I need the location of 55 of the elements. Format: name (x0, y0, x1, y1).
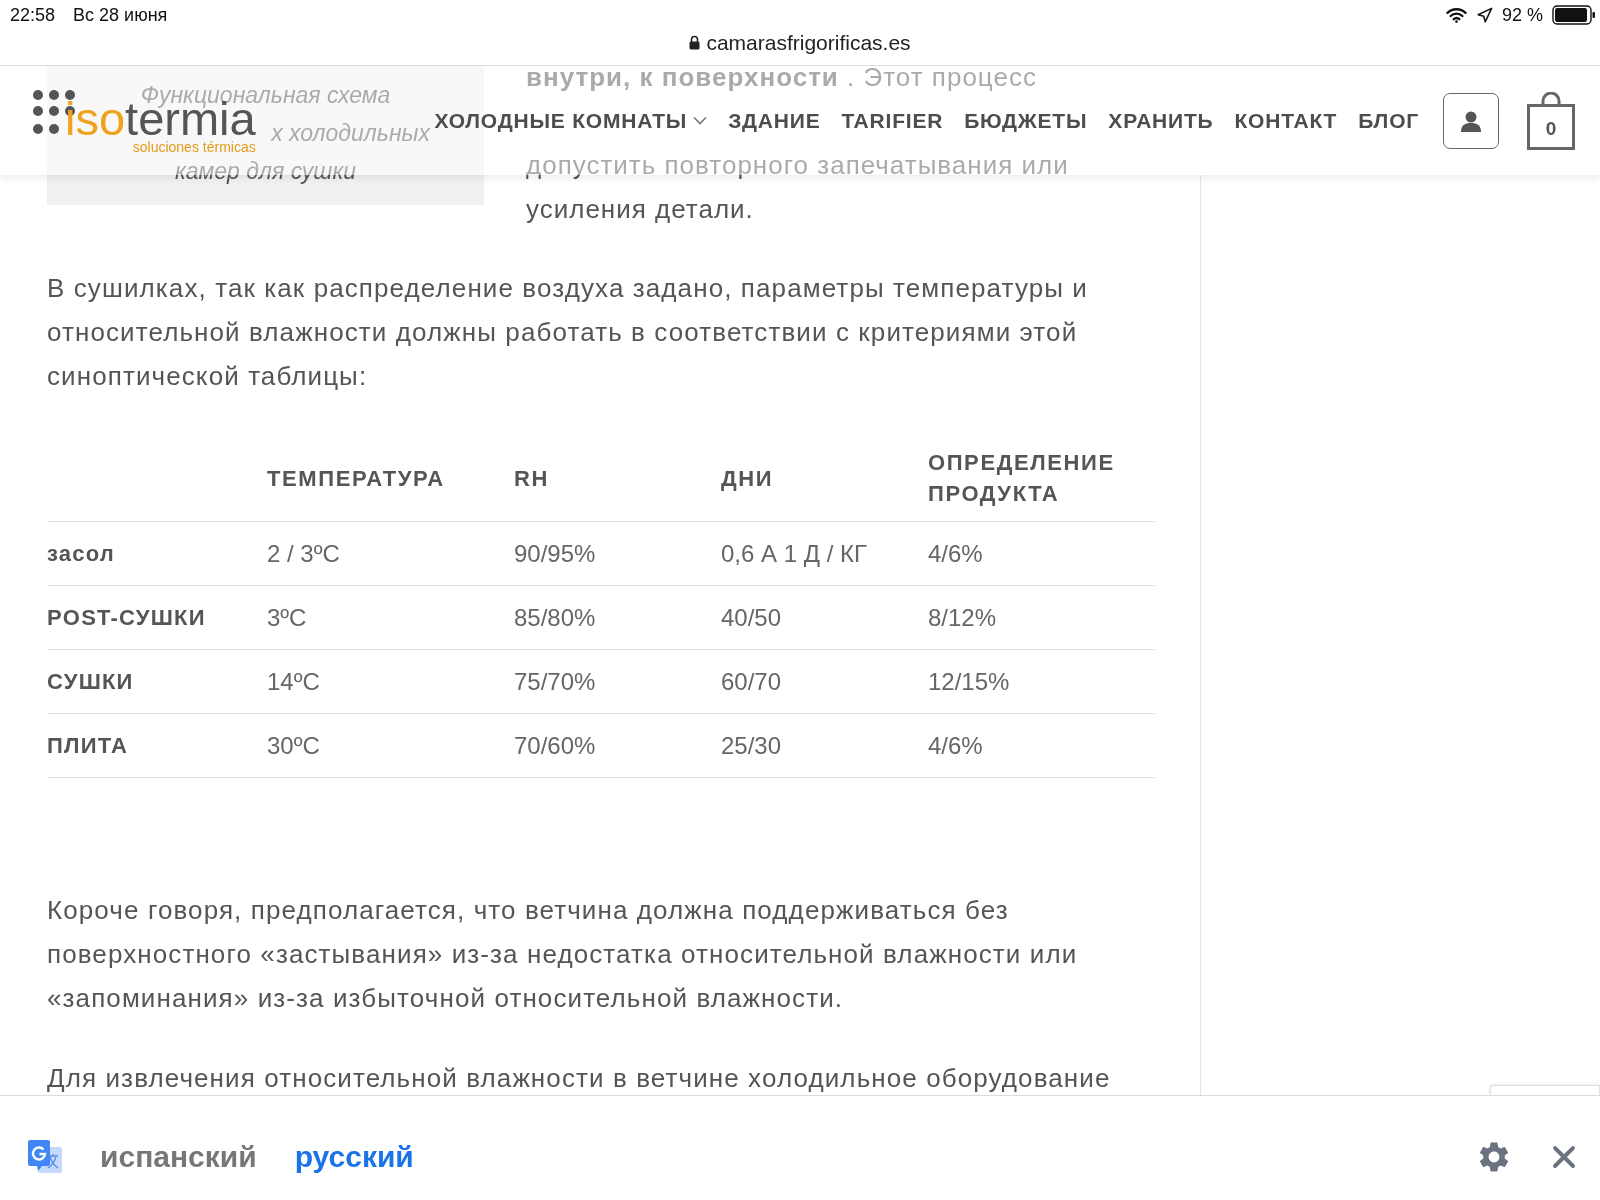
account-button[interactable] (1443, 92, 1499, 149)
nav-link[interactable]: TARIFIER (841, 108, 944, 133)
figure-caption-line: х холодильных (271, 120, 430, 146)
table-cell-text: 0,6 А 1 Д / КГ (721, 539, 868, 568)
wifi-icon (1445, 7, 1467, 23)
location-arrow-icon (1475, 6, 1493, 24)
table-cell-text: 40/50 (721, 603, 783, 632)
language-option[interactable]: русский (294, 1140, 414, 1174)
column-header: ДНИ (721, 464, 775, 493)
table-cell-text: 85/80% (514, 603, 597, 632)
nav-link[interactable]: ХОЛОДНЫЕ КОМНАТЫ (434, 108, 708, 133)
figure-caption-line: камер для сушки (174, 158, 357, 184)
paragraph: Короче говоря, предполагается, что ветчина должна поддерживаться без поверхностного «застывания» из-за недостатка относительной влажности или «запоминания» из-за избыточной относительной влажности. (47, 894, 1079, 1015)
table-cell-text: 30ºC (267, 731, 321, 760)
table-cell-text: 25/30 (721, 731, 783, 760)
row-header: POST-СУШКИ (47, 604, 207, 631)
bag-icon (1526, 91, 1576, 150)
table-cell-text: 90/95% (514, 539, 597, 568)
table-cell-text: 14ºC (267, 667, 321, 696)
paragraph-line: усиления детали. (526, 193, 754, 226)
cart-button[interactable]: 0 (1526, 91, 1576, 150)
nav-link[interactable]: КОНТАКТ (1234, 108, 1338, 133)
table-cell-text: 8/12% (928, 603, 998, 632)
nav-link[interactable]: БЮДЖЕТЫ (964, 108, 1088, 133)
table-cell-text: 3ºC (267, 603, 308, 632)
address-url[interactable]: camarasfrigorificas.es (706, 30, 911, 55)
table-cell-text: 75/70% (514, 667, 597, 696)
lock-icon (689, 35, 701, 50)
column-header: ТЕМПЕРАТУРА (267, 464, 446, 493)
battery-icon (1552, 5, 1596, 25)
battery-percent: 92 % (1501, 4, 1543, 26)
table-cell-text: 2 / 3ºC (267, 539, 341, 568)
paragraph: В сушилках, так как распределение воздуха задано, параметры температуры и относительной влажности должны работать в соответствии с критериями этой синоптической таблицы: (47, 272, 1089, 393)
language-option[interactable]: испанский (100, 1140, 257, 1174)
paragraph-line: внутри, к поверхности . Этот процесс (526, 66, 1037, 94)
user-icon (1460, 109, 1482, 132)
nav-link[interactable]: ЗДАНИЕ (728, 108, 821, 133)
row-header: ПЛИТА (47, 732, 129, 759)
row-header: СУШКИ (47, 668, 135, 695)
status-time: 22:58 (10, 4, 56, 26)
nav-link[interactable]: БЛОГ (1358, 108, 1419, 133)
nav-link[interactable]: ХРАНИТЬ (1108, 108, 1214, 133)
logo-tagline: soluciones térmicas (132, 140, 256, 155)
column-header: RH (514, 464, 550, 493)
status-date: Вс 28 июня (73, 4, 168, 26)
table-cell-text: 60/70 (721, 667, 783, 696)
translate-icon (28, 1140, 62, 1174)
table-cell-text: 4/6% (928, 539, 984, 568)
paragraph: Для извлечения относительной влажности в ветчине холодильное оборудование (47, 1062, 1112, 1095)
table-cell-text: 70/60% (514, 731, 597, 760)
table-cell-text: 12/15% (928, 667, 1011, 696)
column-header: ОПРЕДЕЛЕНИЕ ПРОДУКТА (928, 449, 1116, 508)
table-cell-text: 4/6% (928, 731, 984, 760)
paragraph-line: допустить повторного запечатывания или (526, 149, 1069, 182)
row-header: засол (47, 540, 116, 567)
